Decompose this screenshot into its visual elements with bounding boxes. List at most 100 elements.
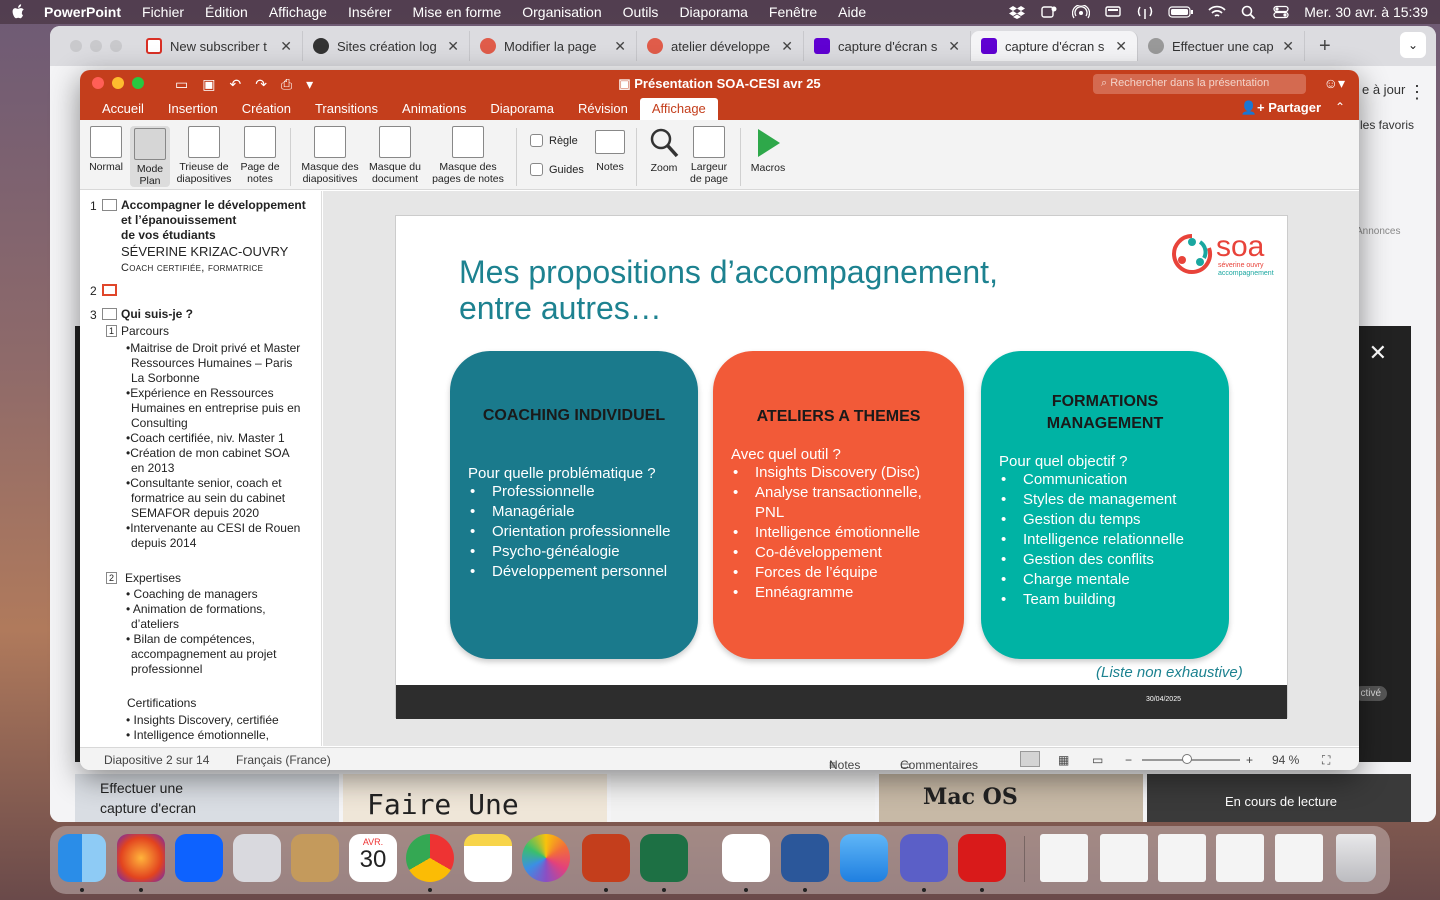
zoom-button[interactable]: Zoom xyxy=(646,126,682,174)
minimized-window-icon[interactable] xyxy=(1100,834,1148,882)
tab-revision[interactable]: Révision xyxy=(566,101,640,120)
photos-icon[interactable] xyxy=(522,834,570,882)
zoom-in-button[interactable]: + xyxy=(1246,753,1253,767)
outline-section[interactable]: Certifications xyxy=(127,696,196,710)
launchpad-icon[interactable] xyxy=(233,834,281,882)
teams-status-icon[interactable] xyxy=(1040,5,1058,19)
zoom-slider-thumb[interactable] xyxy=(1182,754,1192,764)
menu-fenetre[interactable]: Fenêtre xyxy=(769,4,817,20)
close-tab-icon[interactable]: ✕ xyxy=(614,38,626,55)
slide-canvas[interactable]: Mes propositions d’accompagnement, entre… xyxy=(323,191,1359,746)
slide-master-button[interactable]: Masque des diapositives xyxy=(298,126,362,185)
browser-tab[interactable]: capture d'écran s ✕ xyxy=(804,31,971,61)
wifi-icon[interactable] xyxy=(1208,5,1226,19)
slide-icon[interactable] xyxy=(102,199,117,211)
menubar-clock[interactable]: Mer. 30 avr. à 15:39 xyxy=(1304,4,1428,20)
minimized-window-icon[interactable] xyxy=(1216,834,1264,882)
sorter-view-status-icon[interactable]: ▦ xyxy=(1058,753,1069,767)
thumbnail[interactable]: En cours de lecture xyxy=(1147,774,1411,822)
new-tab-button[interactable]: + xyxy=(1319,35,1331,58)
minimized-window-icon[interactable] xyxy=(1275,834,1323,882)
guides-checkbox[interactable]: Guides xyxy=(530,163,584,176)
outline-pane[interactable]: 1 Accompagner le développement et l’épan… xyxy=(80,191,322,746)
minimized-window-icon[interactable] xyxy=(1040,834,1088,882)
antenna-icon[interactable] xyxy=(1136,5,1154,19)
browser-tab[interactable]: New subscriber t ✕ xyxy=(136,31,303,61)
fit-slide-icon[interactable]: ⛶ xyxy=(1322,753,1330,768)
slide-icon-selected[interactable] xyxy=(102,284,117,296)
zoom-level[interactable]: 94 % xyxy=(1272,753,1299,767)
notes-page-button[interactable]: Page de notes xyxy=(238,126,282,185)
thumbnail[interactable]: Faire Une Capture xyxy=(343,774,607,822)
finder-icon[interactable] xyxy=(58,834,106,882)
share-button[interactable]: 👤+ Partager xyxy=(1241,100,1321,116)
close-video-icon[interactable]: ✕ xyxy=(1369,340,1387,366)
handout-master-button[interactable]: Masque du document xyxy=(366,126,424,185)
outline-section[interactable]: Expertises xyxy=(125,571,181,585)
calendar-icon[interactable]: AVR. 30 xyxy=(349,834,397,882)
close-tab-icon[interactable]: ✕ xyxy=(948,38,960,55)
powerpoint-icon[interactable] xyxy=(582,834,630,882)
slide[interactable]: Mes propositions d’accompagnement, entre… xyxy=(395,215,1288,719)
zoom-out-button[interactable]: − xyxy=(1125,753,1132,767)
trash-icon[interactable] xyxy=(1336,834,1376,882)
browser-tab-active[interactable]: capture d'écran s ✕ xyxy=(971,31,1138,61)
dropbox-icon[interactable] xyxy=(1008,5,1026,19)
mail-icon[interactable] xyxy=(840,834,888,882)
ruler-checkbox[interactable]: Règle xyxy=(530,134,578,147)
tab-animations[interactable]: Animations xyxy=(390,101,478,120)
menu-fichier[interactable]: Fichier xyxy=(142,4,184,20)
favorites-link[interactable]: les favoris xyxy=(1360,118,1414,132)
notes-app-icon[interactable] xyxy=(464,834,512,882)
acrobat-icon[interactable] xyxy=(958,834,1006,882)
slack-icon[interactable] xyxy=(722,834,770,882)
card-formations[interactable]: FORMATIONS MANAGEMENT Pour quel objectif… xyxy=(981,351,1229,659)
thumbnail[interactable] xyxy=(611,774,875,822)
browser-tab[interactable]: Effectuer une cap ✕ xyxy=(1138,31,1305,61)
slideshow-status-icon[interactable]: ▭ xyxy=(1092,753,1103,767)
close-window-button[interactable] xyxy=(70,40,82,52)
view-outline-button[interactable]: Mode Plan xyxy=(130,126,170,187)
close-tab-icon[interactable]: ✕ xyxy=(447,38,459,55)
thumbnail[interactable]: Effectuer une capture d'ecran xyxy=(75,774,339,822)
dropbox-icon[interactable] xyxy=(175,834,223,882)
collapse-ribbon-icon[interactable]: ⌃ xyxy=(1335,100,1345,114)
zoom-window-button[interactable] xyxy=(110,40,122,52)
slide-footnote[interactable]: (Liste non exhaustive) xyxy=(1096,664,1243,681)
search-presentation-input[interactable]: ⌕ Rechercher dans la présentation xyxy=(1093,74,1306,94)
menu-inserer[interactable]: Insérer xyxy=(348,4,392,20)
close-tab-icon[interactable]: ✕ xyxy=(781,38,793,55)
contacts-icon[interactable] xyxy=(291,834,339,882)
feedback-smiley-icon[interactable]: ☺▾ xyxy=(1324,75,1345,92)
firefox-icon[interactable] xyxy=(117,834,165,882)
outline-bullets-parcours[interactable]: •Maitrise de Droit privé et Master Resso… xyxy=(126,341,300,551)
menu-diaporama[interactable]: Diaporama xyxy=(679,4,747,20)
tab-affichage[interactable]: Affichage xyxy=(639,98,718,120)
view-normal-button[interactable]: Normal xyxy=(86,126,126,173)
battery-icon[interactable] xyxy=(1168,5,1194,19)
teams-icon[interactable] xyxy=(900,834,948,882)
browser-tab[interactable]: Sites création log ✕ xyxy=(303,31,470,61)
display-icon[interactable] xyxy=(1104,5,1122,19)
tab-list-button[interactable]: ⌄ xyxy=(1400,32,1426,58)
minimize-window-button[interactable] xyxy=(90,40,102,52)
tab-creation[interactable]: Création xyxy=(230,101,303,120)
close-tab-icon[interactable]: ✕ xyxy=(1115,38,1127,55)
outline-bullets-certifications[interactable]: • Insights Discovery, certifiée • Intell… xyxy=(126,713,279,743)
tab-diaporama[interactable]: Diaporama xyxy=(478,101,566,120)
excel-icon[interactable] xyxy=(640,834,688,882)
outline-section[interactable]: Parcours xyxy=(121,324,169,338)
fit-width-button[interactable]: Largeur de page xyxy=(686,126,732,185)
control-center-icon[interactable] xyxy=(1272,5,1290,19)
tab-insertion[interactable]: Insertion xyxy=(156,101,230,120)
notes-master-button[interactable]: Masque des pages de notes xyxy=(428,126,508,185)
outline-slide1-title[interactable]: Accompagner le développement et l’épanou… xyxy=(121,198,306,243)
minimized-window-icon[interactable] xyxy=(1158,834,1206,882)
menu-affichage[interactable]: Affichage xyxy=(269,4,327,20)
card-coaching[interactable]: COACHING INDIVIDUEL Pour quelle probléma… xyxy=(450,351,698,659)
thumbnail[interactable]: Mac OS xyxy=(879,774,1143,822)
slide-sorter-button[interactable]: Trieuse de diapositives xyxy=(173,126,235,185)
macros-button[interactable]: Macros xyxy=(746,126,790,174)
language-indicator[interactable]: Français (France) xyxy=(236,753,331,767)
outline-bullets-expertises[interactable]: • Coaching de managers • Animation de fo… xyxy=(126,587,276,677)
